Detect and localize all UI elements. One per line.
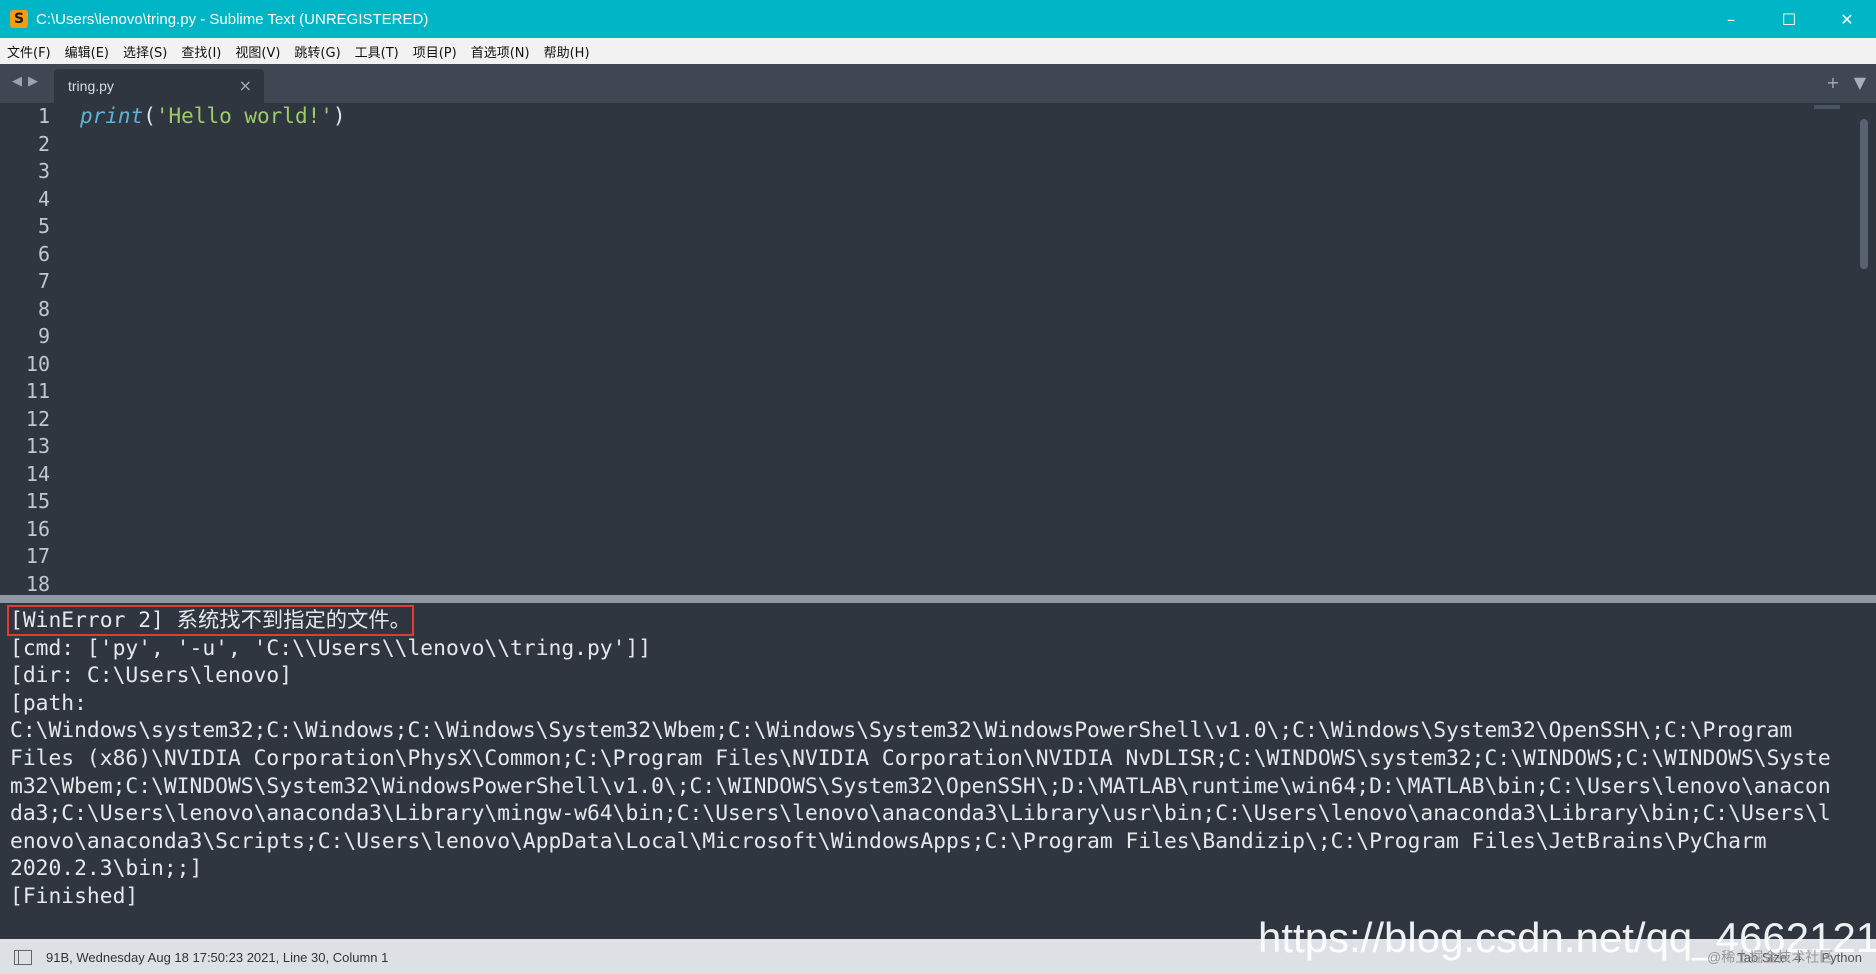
error-message: [WinError 2] 系统找不到指定的文件。 <box>7 605 414 636</box>
menu-preferences[interactable]: 首选项(N) <box>464 42 537 61</box>
panel-toggle-icon[interactable] <box>14 950 32 965</box>
scrollbar-thumb[interactable] <box>1860 119 1868 269</box>
menu-view[interactable]: 视图(V) <box>228 42 287 61</box>
output-line: enovo\anaconda3\Scripts;C:\Users\lenovo\… <box>10 828 1767 854</box>
menu-help[interactable]: 帮助(H) <box>537 42 597 61</box>
output-text: [WinError 2] 系统找不到指定的文件。 [cmd: ['py', '-… <box>7 605 1870 911</box>
menu-find[interactable]: 查找(I) <box>174 42 228 61</box>
chevron-down-icon[interactable]: ▼ <box>1854 73 1866 92</box>
code-line-1: print('Hello world!') <box>80 103 346 131</box>
editor-scrollbar[interactable] <box>1860 109 1868 589</box>
minimap-viewport[interactable] <box>1814 105 1840 109</box>
line-number: 12 <box>25 406 50 431</box>
code-close-paren: ) <box>332 104 346 128</box>
title-bar: S C:\Users\lenovo\tring.py - Sublime Tex… <box>0 0 1876 38</box>
output-line: m32\Wbem;C:\WINDOWS\System32\WindowsPowe… <box>10 773 1831 799</box>
line-number: 3 <box>37 159 50 183</box>
output-line: da3;C:\Users\lenovo\anaconda3\Library\mi… <box>10 801 1831 827</box>
menu-selection[interactable]: 选择(S) <box>116 42 174 61</box>
line-number: 9 <box>37 324 50 348</box>
menu-file[interactable]: 文件(F) <box>0 42 58 61</box>
line-number: 11 <box>25 379 50 403</box>
close-button[interactable]: ✕ <box>1818 0 1876 38</box>
line-number: 10 <box>25 351 50 376</box>
line-number: 2 <box>37 131 50 156</box>
close-icon[interactable]: × <box>239 76 252 95</box>
line-number: 8 <box>37 296 50 321</box>
output-line: 2020.2.3\bin;;] <box>10 856 203 882</box>
line-number-gutter: 1 2 3 4 5 6 7 8 9 10 11 12 13 14 15 16 1… <box>0 103 56 596</box>
line-number: 4 <box>37 186 50 211</box>
line-number: 15 <box>25 489 50 513</box>
status-info: 91B, Wednesday Aug 18 17:50:23 2021, Lin… <box>46 950 389 965</box>
output-line: C:\Windows\system32;C:\Windows;C:\Window… <box>10 718 1793 744</box>
code-keyword: print <box>80 104 144 128</box>
maximize-button[interactable]: ☐ <box>1760 0 1818 38</box>
tab-bar: ◀ ▶ tring.py × + ▼ <box>0 64 1876 103</box>
code-string: 'Hello world!' <box>155 104 333 128</box>
output-line: [dir: C:\Users\lenovo] <box>10 663 293 689</box>
menu-tools[interactable]: 工具(T) <box>348 42 406 61</box>
line-number: 7 <box>37 269 50 293</box>
line-number: 14 <box>25 461 50 486</box>
code-editor[interactable]: 1 2 3 4 5 6 7 8 9 10 11 12 13 14 15 16 1… <box>0 103 1876 596</box>
menu-bar: 文件(F) 编辑(E) 选择(S) 查找(I) 视图(V) 跳转(G) 工具(T… <box>0 38 1876 64</box>
watermark-community: @稀土掘金技术社区 <box>1707 949 1834 965</box>
line-number: 1 <box>37 104 50 128</box>
code-open-paren: ( <box>143 104 156 128</box>
window-controls: – ☐ ✕ <box>1702 0 1876 38</box>
line-number: 6 <box>37 241 50 266</box>
line-number: 5 <box>37 214 50 238</box>
chevron-right-icon[interactable]: ▶ <box>28 74 38 89</box>
panel-splitter[interactable] <box>0 595 1876 603</box>
output-line: Files (x86)\NVIDIA Corporation\PhysX\Com… <box>10 745 1831 771</box>
output-line: [cmd: ['py', '-u', 'C:\\Users\\lenovo\\t… <box>10 635 652 661</box>
build-output-panel: [WinError 2] 系统找不到指定的文件。 [cmd: ['py', '-… <box>0 603 1876 939</box>
plus-icon[interactable]: + <box>1826 73 1839 92</box>
menu-project[interactable]: 项目(P) <box>406 42 464 61</box>
line-number: 17 <box>25 544 50 568</box>
window-title: C:\Users\lenovo\tring.py - Sublime Text … <box>36 10 429 28</box>
tab-nav: ◀ ▶ <box>12 74 38 89</box>
minimize-button[interactable]: – <box>1702 0 1760 38</box>
sublime-logo-icon: S <box>10 10 28 28</box>
output-line: [path: <box>10 690 87 716</box>
output-line: [Finished] <box>10 883 139 909</box>
chevron-left-icon[interactable]: ◀ <box>12 74 22 89</box>
tabbar-actions: + ▼ <box>1826 73 1866 92</box>
line-number: 16 <box>25 516 50 541</box>
tab-label: tring.py <box>68 78 114 94</box>
line-number: 13 <box>25 434 50 458</box>
menu-edit[interactable]: 编辑(E) <box>58 42 116 61</box>
tab-tring-py[interactable]: tring.py × <box>54 69 264 103</box>
menu-goto[interactable]: 跳转(G) <box>287 42 347 61</box>
line-number: 18 <box>25 571 50 596</box>
